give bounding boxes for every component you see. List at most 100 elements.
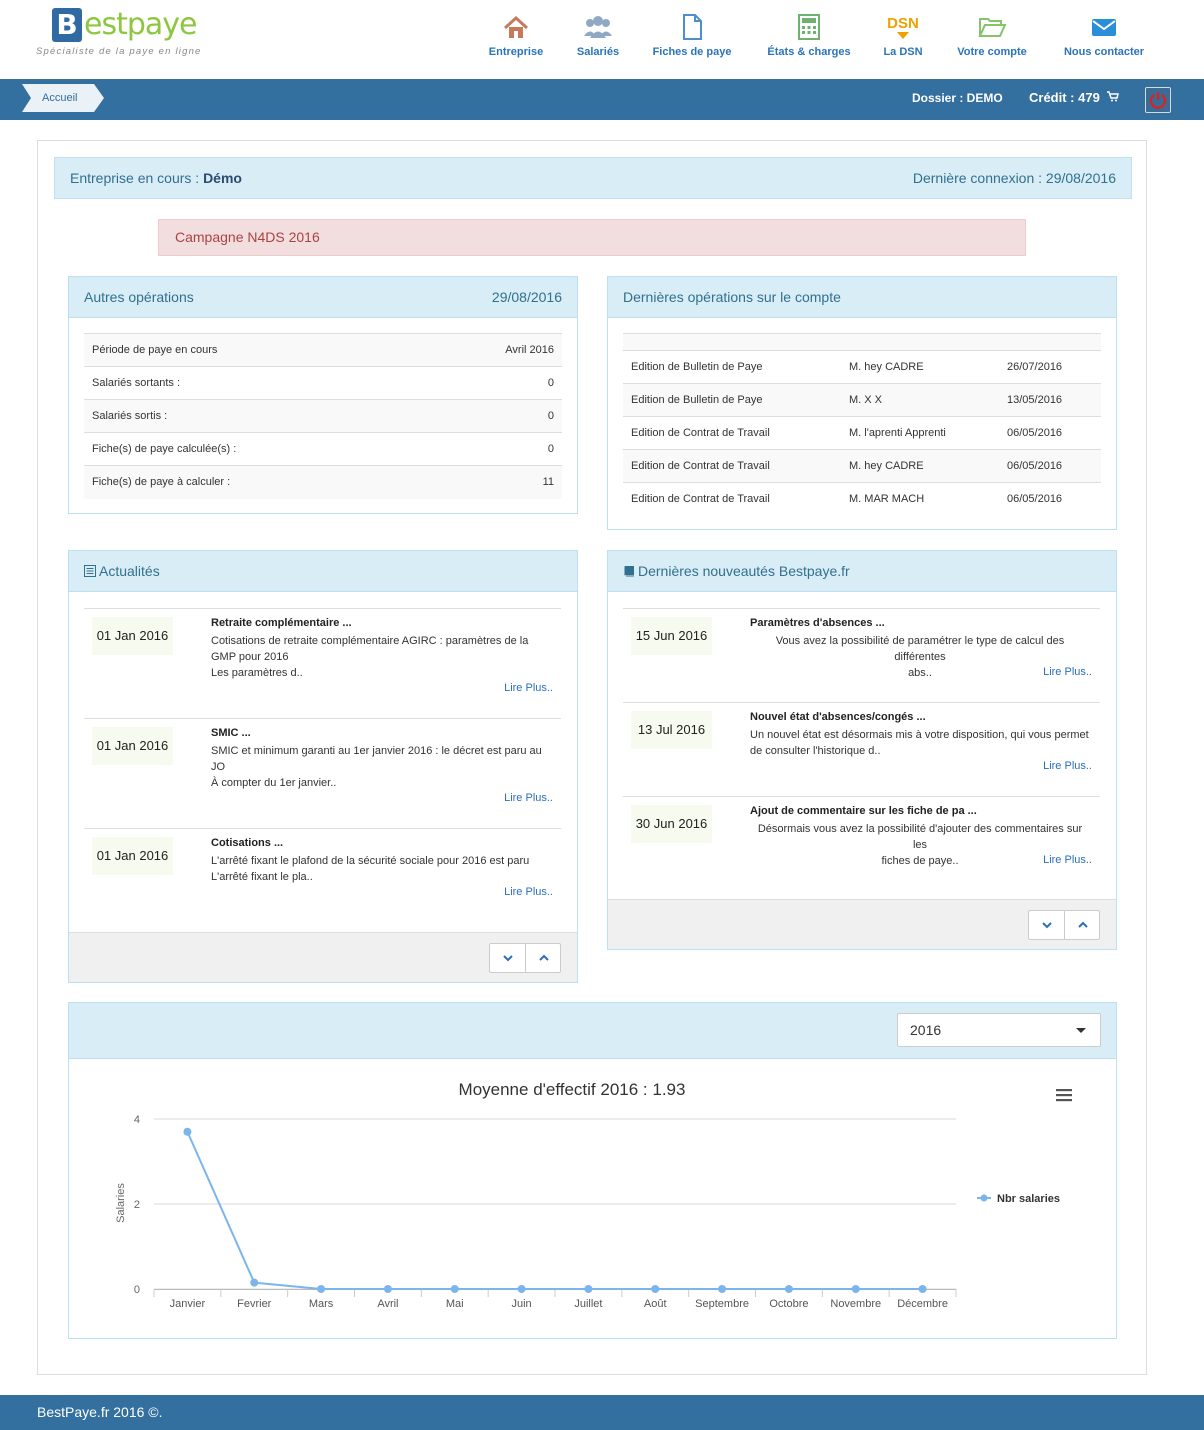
main-container: Entreprise en cours : Démo Dernière conn…	[37, 140, 1147, 1375]
news-item: 01 Jan 2016 SMIC ... SMIC et minimum gar…	[84, 718, 561, 828]
autres-operations-table: Période de paye en cours Avril 2016 Salar…	[84, 333, 562, 499]
legend[interactable]: Nbr salaries	[977, 1193, 1060, 1205]
nav-fiches-de-paye[interactable]: Fiches de paye	[648, 10, 736, 68]
credit-label[interactable]: Crédit : 479	[1029, 90, 1120, 105]
data-point[interactable]	[450, 1285, 459, 1293]
data-point[interactable]	[183, 1127, 192, 1136]
home-icon	[503, 15, 529, 38]
nav-etats-charges[interactable]: États & charges	[762, 10, 856, 68]
effectif-chart: Moyenne d'effectif 2016 : 1.93 Salaries …	[115, 1080, 1072, 1310]
x-tick-label: Août	[644, 1298, 667, 1310]
news-body: SMIC et minimum garanti au 1er janvier 2…	[211, 745, 542, 789]
nav-dsn[interactable]: DSN La DSN	[878, 10, 928, 68]
news-title: Paramètres d'absences ...	[750, 617, 885, 629]
company-name: Démo	[203, 170, 242, 186]
logout-button[interactable]	[1145, 87, 1171, 113]
data-point[interactable]	[651, 1285, 660, 1293]
page-footer: BestPaye.fr 2016 ©.	[0, 1395, 1204, 1430]
data-point[interactable]	[383, 1285, 392, 1293]
data-point[interactable]	[918, 1285, 927, 1293]
read-more-link[interactable]: Lire Plus..	[1043, 760, 1092, 772]
pager	[1028, 910, 1100, 940]
dsn-icon: DSN	[887, 15, 919, 39]
read-more-link[interactable]: Lire Plus..	[504, 886, 553, 898]
list-icon	[84, 565, 96, 577]
news-title: SMIC ...	[211, 727, 251, 739]
file-icon	[683, 14, 702, 40]
svg-text:DSN: DSN	[887, 15, 919, 32]
caret-down-icon	[1076, 1028, 1086, 1033]
users-icon	[584, 16, 612, 38]
breadcrumb-accueil[interactable]: Accueil	[22, 84, 94, 112]
table-row: Edition de Bulletin de Paye M. hey CADRE 2…	[623, 350, 1101, 384]
nav-etats-label: États & charges	[767, 46, 851, 58]
year-select[interactable]: 2016	[897, 1013, 1101, 1047]
news-title: Retraite complémentaire ...	[211, 617, 352, 629]
y-tick-label: 4	[134, 1114, 140, 1126]
scroll-up-button[interactable]	[1065, 911, 1101, 939]
nav-contact-label: Nous contacter	[1063, 46, 1145, 58]
y-axis-label: Salaries	[115, 1183, 127, 1223]
news-title: Nouvel état d'absences/congés ...	[750, 711, 926, 723]
data-point[interactable]	[584, 1285, 593, 1293]
news-body: Cotisations de retraite complémentaire A…	[211, 635, 529, 679]
x-tick-label: Avril	[377, 1298, 398, 1310]
panel-chart: 2016 Moyenne d'effectif 2016 : 1.93 Sala…	[68, 1002, 1117, 1339]
logo-letter: B	[52, 8, 82, 42]
chevron-up-icon	[539, 954, 549, 961]
read-more-link[interactable]: Lire Plus..	[1043, 666, 1092, 678]
campaign-alert[interactable]: Campagne N4DS 2016	[158, 219, 1026, 256]
news-item: 01 Jan 2016 Retraite complémentaire ... …	[84, 608, 561, 718]
pager	[489, 943, 561, 973]
envelope-icon	[1092, 19, 1116, 36]
data-point[interactable]	[851, 1285, 860, 1293]
news-body: Vous avez la possibilité de paramétrer l…	[775, 635, 1065, 679]
scroll-down-button[interactable]	[490, 944, 526, 972]
chart-menu-icon[interactable]	[1056, 1089, 1072, 1102]
news-title: Cotisations ...	[211, 837, 284, 849]
table-row: Edition de Bulletin de Paye M. X X 13/05/2…	[623, 383, 1101, 417]
series-line	[186, 1131, 923, 1290]
brand-logo[interactable]: B estpaye Spécialiste de la paye en lign…	[36, 8, 226, 63]
data-point[interactable]	[317, 1285, 326, 1293]
news-item: 13 Jul 2016 Nouvel état d'absences/congé…	[623, 702, 1100, 796]
x-tick-label: Mars	[309, 1298, 334, 1310]
credit-value: Crédit : 479	[1029, 90, 1100, 105]
x-tick-label: Décembre	[897, 1298, 948, 1310]
panel-footer	[69, 932, 577, 982]
data-point[interactable]	[718, 1285, 727, 1293]
data-point[interactable]	[517, 1285, 526, 1293]
x-tick-label: Juin	[511, 1298, 531, 1310]
y-tick-label: 2	[134, 1199, 140, 1211]
table-row: Edition de Contrat de Travail M. l'aprent…	[623, 416, 1101, 450]
top-header: B estpaye Spécialiste de la paye en lign…	[0, 0, 1204, 79]
data-point[interactable]	[784, 1285, 793, 1293]
nav-salaries[interactable]: Salariés	[572, 10, 624, 68]
breadcrumb[interactable]: Accueil	[22, 84, 104, 112]
read-more-link[interactable]: Lire Plus..	[504, 682, 553, 694]
news-date: 13 Jul 2016	[631, 711, 712, 749]
table-row: Salariés sortis :0	[84, 399, 562, 433]
scroll-up-button[interactable]	[526, 944, 562, 972]
scroll-down-button[interactable]	[1029, 911, 1065, 939]
legend-item[interactable]: Nbr salaries	[997, 1193, 1060, 1205]
news-title: Ajout de commentaire sur les fiche de pa…	[750, 805, 977, 817]
logo-tagline: Spécialiste de la paye en ligne	[36, 46, 202, 57]
read-more-link[interactable]: Lire Plus..	[1043, 854, 1092, 866]
panel-footer	[608, 899, 1116, 949]
table-row: Fiche(s) de paye à calculer :11	[84, 465, 562, 499]
nav-compte-label: Votre compte	[957, 46, 1027, 58]
calculator-icon	[798, 14, 820, 40]
news-date: 01 Jan 2016	[92, 617, 173, 655]
read-more-link[interactable]: Lire Plus..	[504, 792, 553, 804]
company-bar: Entreprise en cours : Démo Dernière conn…	[54, 157, 1132, 199]
x-tick-label: Octobre	[769, 1298, 808, 1310]
nav-entreprise[interactable]: Entreprise	[486, 10, 546, 68]
x-tick-label: Novembre	[830, 1298, 881, 1310]
data-point[interactable]	[250, 1278, 259, 1287]
table-row: Edition de Contrat de Travail M. MAR MACH…	[623, 482, 1101, 516]
x-tick-label: Mai	[446, 1298, 464, 1310]
nav-votre-compte[interactable]: Votre compte	[952, 10, 1032, 68]
panel-date: 29/08/2016	[491, 289, 562, 305]
nav-nous-contacter[interactable]: Nous contacter	[1060, 10, 1148, 68]
